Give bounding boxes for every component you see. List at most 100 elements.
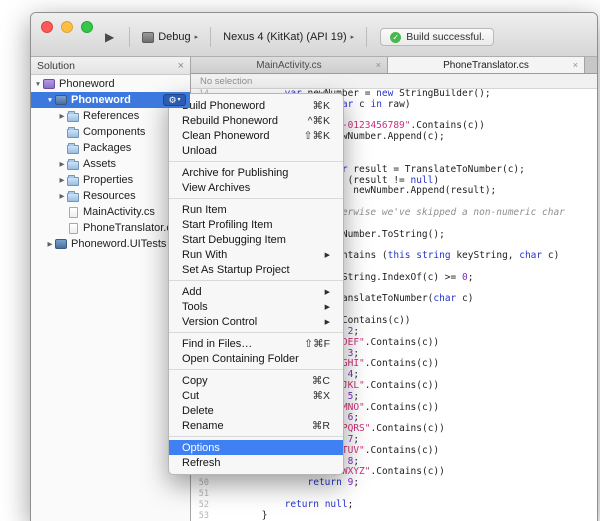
toolbar-separator [366,27,367,47]
menu-item-label: Start Debugging Item [182,234,330,246]
menu-item-label: Delete [182,405,330,417]
menu-item-label: View Archives [182,182,330,194]
close-icon[interactable]: × [573,60,578,70]
menu-item-delete[interactable]: Delete [169,403,343,418]
menu-item-start-profiling-item[interactable]: Start Profiling Item [169,217,343,232]
tab-mainactivity-cs[interactable]: MainActivity.cs × [191,57,388,73]
menu-item-label: Refresh [182,457,330,469]
twisty-icon[interactable]: ▶ [57,160,67,168]
menu-item-label: Unload [182,145,330,157]
window-minimize-button[interactable] [61,21,73,33]
menu-item-unload[interactable]: Unload [169,143,343,158]
folder-icon [67,161,79,170]
menu-item-label: Run With [182,249,315,261]
twisty-icon[interactable]: ▶ [57,112,67,120]
solution-pad-header: Solution × [31,57,190,75]
tree-item-mainactivity-cs[interactable]: MainActivity.cs [31,204,190,220]
menu-item-label: Run Item [182,204,330,216]
breadcrumb-text: No selection [200,76,252,87]
menu-item-open-containing-folder[interactable]: Open Containing Folder [169,351,343,366]
tree-item-references[interactable]: ▶References [31,108,190,124]
menu-item-version-control[interactable]: Version Control▶ [169,314,343,329]
menu-item-copy[interactable]: Copy ⌘C [169,373,343,388]
folder-icon [67,145,79,154]
menu-item-cut[interactable]: Cut⌘X [169,388,343,403]
menu-item-build-phoneword[interactable]: Build Phoneword ⌘K [169,98,343,113]
menu-item-label: Build Phoneword [182,100,302,112]
close-icon[interactable]: × [178,60,184,72]
menu-item-tools[interactable]: Tools▶ [169,299,343,314]
gear-menu-button[interactable]: ⚙▾ [163,94,186,106]
toolbar-controls: ▶ Debug ▸ Nexus 4 (KitKat) (API 19) ▸ ✓ … [95,27,591,47]
tree-item-label: MainActivity.cs [83,206,155,218]
menu-item-view-archives[interactable]: View Archives [169,180,343,195]
tab-phonetranslator-cs[interactable]: PhoneTranslator.cs× [388,57,585,73]
tree-item-components[interactable]: Components [31,124,190,140]
menu-item-label: Copy [182,375,302,387]
line-number: 50 [191,478,216,489]
twisty-icon[interactable]: ▶ [45,240,55,248]
twisty-icon[interactable]: ▼ [45,97,55,104]
menu-item-run-with[interactable]: Run With▶ [169,247,343,262]
chevron-right-icon: ▸ [351,33,355,41]
menu-item-label: Cut [182,390,302,402]
gear-icon: ⚙ [168,96,176,105]
context-menu: Build Phoneword ⌘KRebuild Phoneword^⌘KCle… [168,93,344,475]
tree-item-properties[interactable]: ▶ Properties [31,172,190,188]
menu-item-options[interactable]: Options [169,440,343,455]
menu-item-refresh[interactable]: Refresh [169,455,343,470]
csfile-icon [69,223,78,234]
menu-item-rebuild-phoneword[interactable]: Rebuild Phoneword^⌘K [169,113,343,128]
build-status: ✓ Build successful. [380,28,494,46]
window-zoom-button[interactable] [81,21,93,33]
window-controls [41,21,93,33]
toolbar-separator [129,27,130,47]
menu-item-archive-for-publishing[interactable]: Archive for Publishing [169,165,343,180]
pad-title: Solution [37,60,178,72]
tree-item-label: Properties [83,174,133,186]
twisty-icon[interactable]: ▶ [57,176,67,184]
tree-item-label: Packages [83,142,131,154]
toolbar: ▶ Debug ▸ Nexus 4 (KitKat) (API 19) ▸ ✓ … [31,13,597,57]
menu-separator [169,332,343,333]
menu-item-set-as-startup-project[interactable]: Set As Startup Project [169,262,343,277]
run-button[interactable]: ▶ [95,30,124,44]
menu-shortcut: ⌘K [312,100,330,112]
menu-item-add[interactable]: Add▶ [169,284,343,299]
window-close-button[interactable] [41,21,53,33]
tree-item-phoneword[interactable]: ▼Phoneword⚙▾ [31,92,190,108]
menu-item-start-debugging-item[interactable]: Start Debugging Item [169,232,343,247]
menu-separator [169,198,343,199]
twisty-icon[interactable]: ▼ [33,81,43,88]
tab-label: MainActivity.cs [256,60,321,71]
menu-item-label: Version Control [182,316,315,328]
tree-item-label: Phoneword.UITests [71,238,166,250]
folder-icon [67,177,79,186]
build-status-text: Build successful. [406,31,484,43]
project-icon [55,239,67,249]
menu-item-label: Options [182,442,330,454]
tree-item-phonetranslator-cs[interactable]: PhoneTranslator.cs [31,220,190,236]
menu-item-run-item[interactable]: Run Item [169,202,343,217]
configuration-label: Debug [158,31,190,43]
csfile-icon [69,207,78,218]
tree-item-phoneword[interactable]: ▼Phoneword [31,76,190,92]
menu-item-find-in-files[interactable]: Find in Files…⇧⌘F [169,336,343,351]
device-label: Nexus 4 (KitKat) (API 19) [223,31,347,43]
tree-item-packages[interactable]: Packages [31,140,190,156]
configuration-selector[interactable]: Debug ▸ [135,31,205,43]
folder-icon [67,193,79,202]
tree-item-resources[interactable]: ▶Resources [31,188,190,204]
menu-item-clean-phoneword[interactable]: Clean Phoneword⇧⌘K [169,128,343,143]
caret-down-icon: ▾ [178,97,181,103]
device-selector[interactable]: Nexus 4 (KitKat) (API 19) ▸ [216,31,361,43]
menu-item-rename[interactable]: Rename⌘R [169,418,343,433]
menu-separator [169,280,343,281]
close-icon[interactable]: × [376,60,381,70]
tree-item-assets[interactable]: ▶Assets [31,156,190,172]
menu-item-label: Add [182,286,315,298]
menu-shortcut: ⌘C [312,375,330,387]
tree-item-phoneword-uitests[interactable]: ▶ Phoneword.UITests [31,236,190,252]
twisty-icon[interactable]: ▶ [57,192,67,200]
breadcrumb[interactable]: No selection [191,74,597,89]
